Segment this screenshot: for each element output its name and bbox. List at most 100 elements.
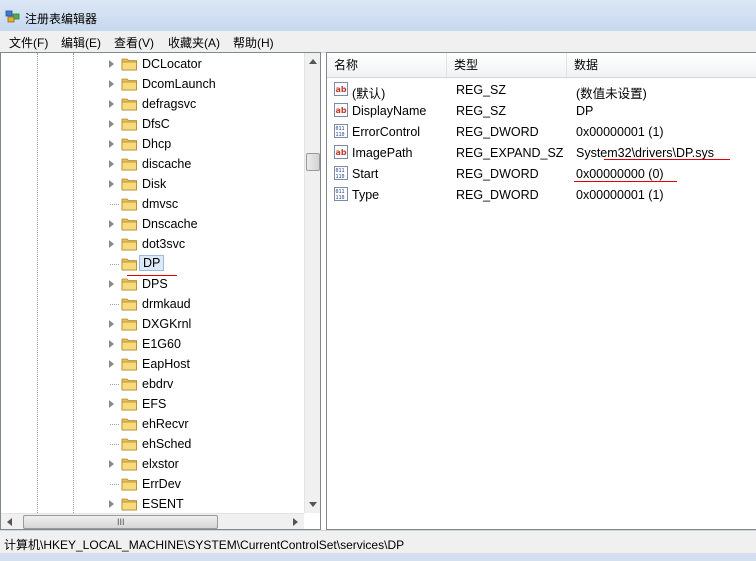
tree-item[interactable]: dot3svc — [109, 234, 304, 254]
expand-arrow-icon[interactable] — [109, 240, 114, 248]
binary-value-icon: 110011 — [334, 124, 348, 138]
value-name-cell: Start — [352, 167, 379, 181]
expand-arrow-icon[interactable] — [109, 220, 114, 228]
svg-text:011: 011 — [336, 126, 345, 132]
expand-arrow-icon[interactable] — [109, 120, 114, 128]
menu-favorites[interactable]: 收藏夹(A) — [168, 34, 220, 51]
svg-text:011: 011 — [336, 189, 345, 195]
value-type-cell: REG_DWORD — [456, 167, 539, 181]
folder-icon — [121, 458, 137, 471]
svg-text:110: 110 — [336, 195, 345, 201]
binary-value-icon: 110011 — [334, 187, 348, 201]
expand-arrow-icon[interactable] — [109, 180, 114, 188]
tree-item[interactable]: DPS — [109, 274, 304, 294]
tree-item[interactable]: discache — [109, 154, 304, 174]
tree-item-label: DcomLaunch — [142, 77, 216, 91]
value-type-cell: REG_EXPAND_SZ — [456, 146, 564, 160]
value-name-cell: DisplayName — [352, 104, 427, 118]
expand-arrow-icon[interactable] — [109, 460, 114, 468]
folder-icon — [121, 238, 137, 251]
column-header-name[interactable]: 名称 — [327, 53, 447, 77]
value-type-cell: REG_DWORD — [456, 188, 539, 202]
tree-item[interactable]: DfsC — [109, 114, 304, 134]
tree-connector-line — [110, 444, 119, 445]
value-row[interactable]: 110 011 Start REG_DWORD 0x00000000 (0) — [327, 163, 756, 184]
tree-item[interactable]: EFS — [109, 394, 304, 414]
folder-icon — [121, 178, 137, 191]
scroll-up-icon[interactable] — [309, 59, 317, 64]
tree-item[interactable]: Dhcp — [109, 134, 304, 154]
tree-item[interactable]: DP — [109, 254, 304, 274]
folder-icon — [121, 338, 137, 351]
tree-item[interactable]: defragsvc — [109, 94, 304, 114]
expand-arrow-icon[interactable] — [109, 500, 114, 508]
tree-item-label: ebdrv — [142, 377, 174, 391]
tree-item-label: EFS — [142, 397, 167, 411]
expand-arrow-icon[interactable] — [109, 80, 114, 88]
folder-open-icon — [121, 258, 137, 271]
expand-arrow-icon[interactable] — [109, 360, 114, 368]
tree-guide-line — [37, 53, 38, 513]
value-row[interactable]: 110 011 ErrorControl REG_DWORD 0x00000001 (1… — [327, 121, 756, 142]
vertical-scroll-thumb[interactable] — [306, 153, 320, 171]
folder-icon — [121, 98, 137, 111]
tree-item[interactable]: ebdrv — [109, 374, 304, 394]
values-list-pane[interactable]: 名称 类型 数据 ab (默认) REG_SZ (数值未设置) ab DisplayNam… — [326, 52, 756, 530]
tree-item-label: DPS — [142, 277, 168, 291]
value-row[interactable]: ab DisplayName REG_SZ DP — [327, 100, 756, 121]
menu-view[interactable]: 查看(V) — [114, 34, 154, 51]
expand-arrow-icon[interactable] — [109, 160, 114, 168]
menu-file[interactable]: 文件(F) — [9, 34, 48, 51]
column-header-type[interactable]: 类型 — [447, 53, 567, 77]
tree-item-label: Dhcp — [142, 137, 172, 151]
tree-item[interactable]: ehRecvr — [109, 414, 304, 434]
expand-arrow-icon[interactable] — [109, 100, 114, 108]
tree-item-label: ErrDev — [142, 477, 181, 491]
tree-connector-line — [110, 264, 119, 265]
expand-arrow-icon[interactable] — [109, 140, 114, 148]
scroll-left-icon[interactable] — [7, 518, 12, 526]
window-bottom-edge — [0, 553, 756, 561]
list-header: 名称 类型 数据 — [327, 53, 756, 78]
folder-icon — [121, 478, 137, 491]
tree-item[interactable]: EapHost — [109, 354, 304, 374]
tree-item[interactable]: elxstor — [109, 454, 304, 474]
tree-connector-line — [110, 304, 119, 305]
tree-item[interactable]: drmkaud — [109, 294, 304, 314]
horizontal-scroll-thumb[interactable]: III — [23, 515, 218, 529]
tree-item[interactable]: DXGKrnl — [109, 314, 304, 334]
value-row[interactable]: 110 011 Type REG_DWORD 0x00000001 (1) — [327, 184, 756, 205]
expand-arrow-icon[interactable] — [109, 280, 114, 288]
tree-item[interactable]: DCLocator — [109, 54, 304, 74]
tree-item[interactable]: E1G60 — [109, 334, 304, 354]
expand-arrow-icon[interactable] — [109, 320, 114, 328]
tree-item-label: drmkaud — [142, 297, 191, 311]
scroll-down-icon[interactable] — [309, 502, 317, 507]
tree-horizontal-scrollbar[interactable]: III — [1, 513, 304, 529]
value-type-cell: REG_SZ — [456, 83, 507, 97]
tree-vertical-scrollbar[interactable] — [304, 53, 320, 513]
value-row[interactable]: ab (默认) REG_SZ (数值未设置) — [327, 79, 756, 101]
tree-item[interactable]: ErrDev — [109, 474, 304, 494]
tree-item[interactable]: ehSched — [109, 434, 304, 454]
expand-arrow-icon[interactable] — [109, 340, 114, 348]
scroll-right-icon[interactable] — [293, 518, 298, 526]
tree-connector-line — [110, 204, 119, 205]
value-type-cell: REG_SZ — [456, 104, 507, 118]
svg-text:ab: ab — [336, 85, 347, 94]
expand-arrow-icon[interactable] — [109, 400, 114, 408]
tree-item[interactable]: dmvsc — [109, 194, 304, 214]
tree-item[interactable]: Dnscache — [109, 214, 304, 234]
tree-item[interactable]: ESENT — [109, 494, 304, 514]
folder-icon — [121, 218, 137, 231]
menu-edit[interactable]: 编辑(E) — [61, 34, 101, 51]
column-header-data[interactable]: 数据 — [567, 53, 756, 77]
svg-text:110: 110 — [336, 174, 345, 180]
menu-help[interactable]: 帮助(H) — [233, 34, 274, 51]
tree-item[interactable]: Disk — [109, 174, 304, 194]
menu-bar: 文件(F) 编辑(E) 查看(V) 收藏夹(A) 帮助(H) — [0, 31, 756, 53]
tree-item[interactable]: DcomLaunch — [109, 74, 304, 94]
key-tree-pane[interactable]: DCLocator DcomLaunch defragsvc DfsC Dhcp disc… — [0, 52, 321, 530]
expand-arrow-icon[interactable] — [109, 60, 114, 68]
folder-icon — [121, 198, 137, 211]
